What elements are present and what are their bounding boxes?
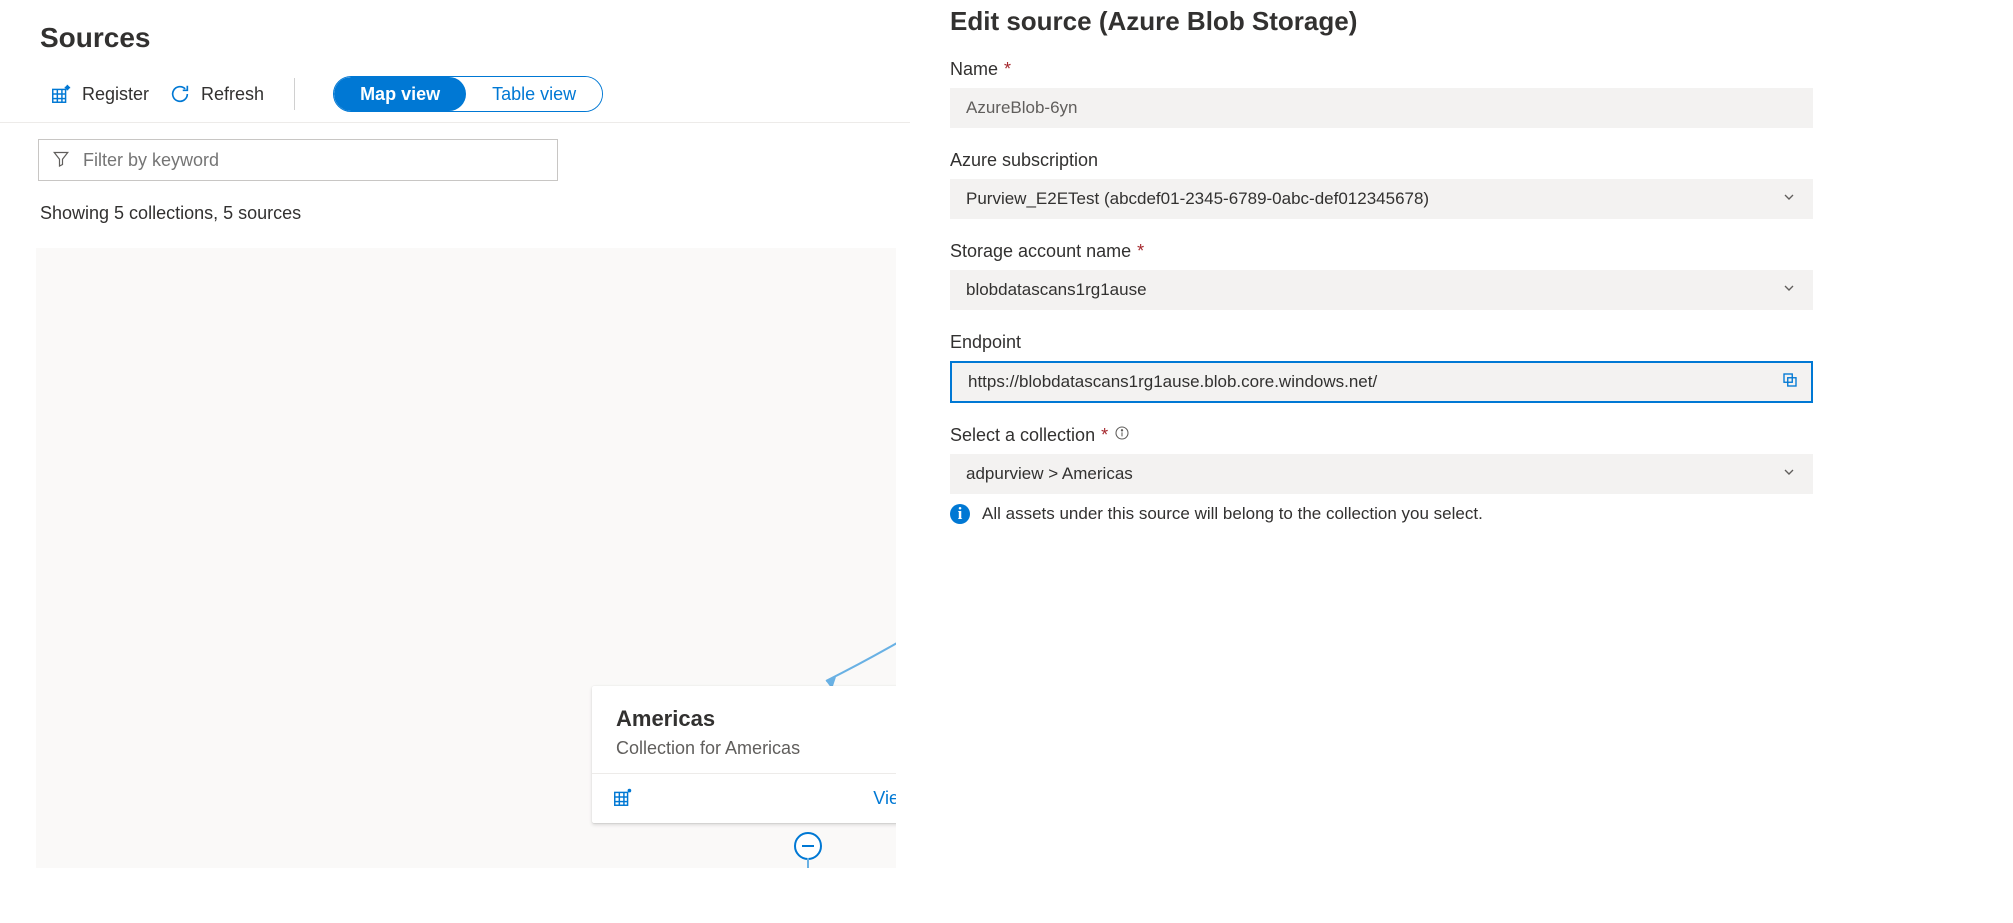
collection-summary: Showing 5 collections, 5 sources <box>0 181 910 238</box>
grid-icon <box>612 786 634 811</box>
collection-card-americas[interactable]: Americas Collection for Americas View <box>592 686 896 823</box>
register-label: Register <box>82 84 149 105</box>
subscription-value: Purview_E2ETest (abcdef01-2345-6789-0abc… <box>966 189 1429 209</box>
required-marker: * <box>1004 59 1011 80</box>
subscription-select[interactable]: Purview_E2ETest (abcdef01-2345-6789-0abc… <box>950 179 1813 219</box>
collection-value: adpurview > Americas <box>966 464 1133 484</box>
connector-line-down <box>807 858 809 868</box>
collection-hint: i All assets under this source will belo… <box>950 504 1813 524</box>
collection-hint-text: All assets under this source will belong… <box>982 504 1483 524</box>
register-button[interactable]: Register <box>40 77 159 111</box>
refresh-icon <box>169 83 191 105</box>
view-toggle: Map view Table view <box>333 76 603 112</box>
refresh-label: Refresh <box>201 84 264 105</box>
register-icon <box>50 83 72 105</box>
subscription-label: Azure subscription <box>950 150 1098 171</box>
card-title: Americas <box>616 706 896 732</box>
chevron-down-icon <box>1781 280 1797 301</box>
filter-input[interactable] <box>38 139 558 181</box>
page-title: Sources <box>0 0 910 72</box>
card-view-link[interactable]: View <box>873 788 896 809</box>
panel-title: Edit source (Azure Blob Storage) <box>950 6 1813 37</box>
table-view-tab[interactable]: Table view <box>466 77 602 111</box>
name-value: AzureBlob-6yn <box>966 98 1078 118</box>
storage-value: blobdatascans1rg1ause <box>966 280 1147 300</box>
chevron-down-icon <box>1781 464 1797 485</box>
map-view-tab[interactable]: Map view <box>334 77 466 111</box>
chevron-down-icon <box>1781 189 1797 210</box>
copy-icon[interactable] <box>1781 371 1799 394</box>
sources-pane: Sources Register <box>0 0 910 923</box>
endpoint-value: https://blobdatascans1rg1ause.blob.core.… <box>968 372 1377 392</box>
toolbar-separator <box>294 78 295 110</box>
info-icon[interactable] <box>1114 425 1130 446</box>
endpoint-field[interactable]: https://blobdatascans1rg1ause.blob.core.… <box>950 361 1813 403</box>
refresh-button[interactable]: Refresh <box>159 77 274 111</box>
collection-select[interactable]: adpurview > Americas <box>950 454 1813 494</box>
card-subtitle: Collection for Americas <box>616 738 896 759</box>
endpoint-label: Endpoint <box>950 332 1021 353</box>
collection-label: Select a collection <box>950 425 1095 446</box>
collapse-toggle[interactable] <box>794 832 822 860</box>
name-field: AzureBlob-6yn <box>950 88 1813 128</box>
filter-icon <box>52 150 70 171</box>
edit-source-panel: Edit source (Azure Blob Storage) Name * … <box>910 0 2013 923</box>
required-marker: * <box>1137 241 1144 262</box>
name-label: Name <box>950 59 998 80</box>
storage-select[interactable]: blobdatascans1rg1ause <box>950 270 1813 310</box>
required-marker: * <box>1101 425 1108 446</box>
info-badge-icon: i <box>950 504 970 524</box>
toolbar: Register Refresh Map view Table view <box>0 72 910 123</box>
storage-label: Storage account name <box>950 241 1131 262</box>
map-canvas[interactable]: Americas Collection for Americas View <box>36 248 896 868</box>
